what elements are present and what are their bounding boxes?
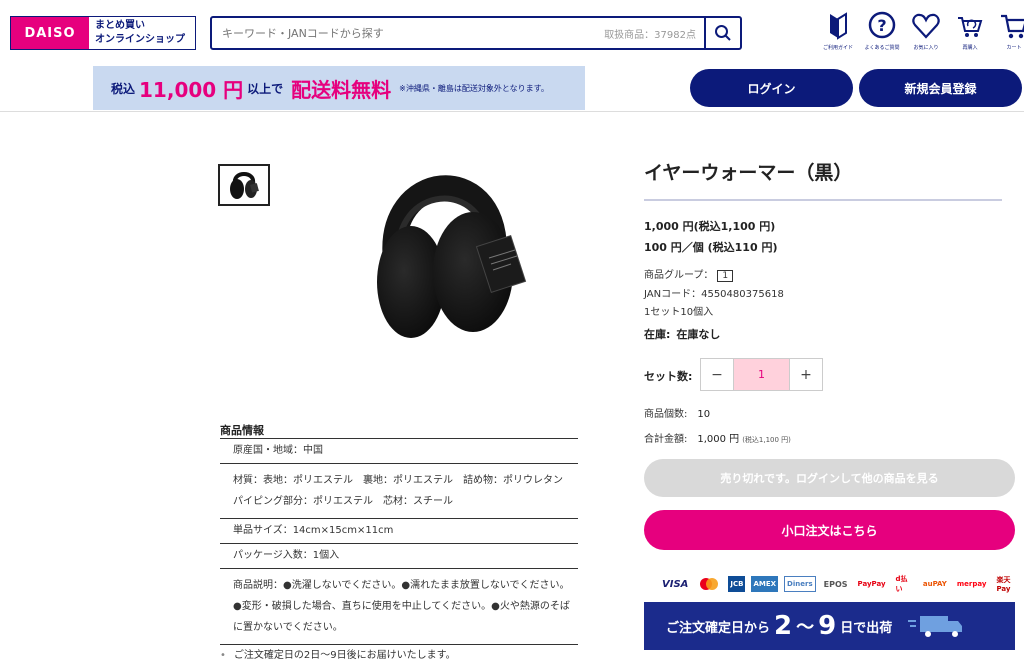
product-thumbnail[interactable] bbox=[218, 164, 270, 206]
nav-reorder-label: 再購入 bbox=[962, 45, 978, 51]
small-order-button[interactable]: 小口注文はこちら bbox=[644, 510, 1015, 550]
earmuff-thumbnail-image bbox=[230, 172, 259, 199]
info-row-description: 商品説明：●洗濯しないでください。●濡れたまま放置しないでください。●変形・破損… bbox=[220, 569, 578, 645]
item-count-label: 商品個数: bbox=[644, 409, 688, 420]
nav-cart[interactable]: カート bbox=[992, 10, 1024, 51]
shipping-to: 9 bbox=[818, 611, 837, 641]
login-button[interactable]: ログイン bbox=[690, 69, 853, 107]
banner-note: ※沖縄県・離島は配送対象外となります。 bbox=[399, 83, 549, 93]
search-count: 取扱商品：37982点 bbox=[604, 29, 696, 41]
paypay-logo: PayPay bbox=[857, 580, 886, 588]
heart-icon bbox=[912, 13, 940, 39]
quantity-decrease-button[interactable]: − bbox=[701, 359, 733, 390]
banner-free: 配送料無料 bbox=[291, 77, 392, 102]
earmuff-product-image bbox=[377, 175, 527, 338]
merpay-logo: merpay bbox=[956, 580, 987, 588]
nav-favorite[interactable]: お気に入り bbox=[904, 10, 948, 51]
amex-logo: AMEX bbox=[751, 576, 779, 592]
register-button[interactable]: 新規会員登録 bbox=[859, 69, 1022, 107]
product-group: 商品グループ： 1 bbox=[644, 266, 734, 282]
dbarai-logo: d払い bbox=[895, 575, 908, 593]
shipping-tilde: 〜 bbox=[796, 617, 815, 638]
header-icon-nav: ご利用ガイド ? よくあるご質問 お気に入り 再購入 カート bbox=[816, 10, 1024, 51]
stock-status: 在庫: 在庫なし bbox=[644, 326, 720, 342]
info-row-origin: 原産国・地域：中国 bbox=[220, 439, 578, 464]
search-button[interactable] bbox=[704, 18, 740, 48]
product-main-image[interactable] bbox=[325, 140, 585, 380]
total-tax: (税込1,100 円) bbox=[742, 436, 791, 444]
rakuten-pay-logo: 楽天Pay bbox=[996, 576, 1011, 593]
visa-logo: VISA bbox=[662, 578, 689, 590]
free-shipping-banner[interactable]: 税込 11,000 円 以上で 配送料無料 ※沖縄県・離島は配送対象外となります… bbox=[93, 66, 585, 110]
banner-amount: 11,000 円 bbox=[139, 77, 244, 102]
nav-faq[interactable]: ? よくあるご質問 bbox=[860, 10, 904, 51]
product-info-heading: 商品情報 bbox=[220, 424, 264, 437]
price-per-set: 1,000 円(税込1,100 円) bbox=[644, 220, 776, 233]
info-row-size: 単品サイズ：14cm×15cm×11cm bbox=[220, 519, 578, 544]
epos-logo: EPOS bbox=[823, 579, 848, 589]
product-group-badge[interactable]: 1 bbox=[717, 270, 734, 282]
price-per-unit: 100 円／個 (税込110 円) bbox=[644, 241, 778, 254]
quantity-label: セット数: bbox=[644, 370, 693, 383]
logo-line1: まとめ買い bbox=[95, 20, 145, 31]
banner-post: 以上で bbox=[247, 81, 284, 96]
logo-line2: オンラインショップ bbox=[95, 34, 185, 45]
shipping-post: 日で出荷 bbox=[840, 620, 893, 636]
nav-favorite-label: お気に入り bbox=[913, 45, 939, 51]
product-title: イヤーウォーマー（黒） bbox=[644, 162, 853, 184]
set-info: 1セット10個入 bbox=[644, 307, 714, 318]
shipping-banner: ご注文確定日から 2 〜 9 日で出荷 bbox=[644, 602, 1015, 650]
total-label: 合計金額: bbox=[644, 434, 688, 445]
search-bar: 取扱商品：37982点 bbox=[210, 16, 742, 50]
quantity-input[interactable]: 1 bbox=[733, 359, 790, 390]
quantity-stepper: − 1 + bbox=[700, 358, 823, 391]
total-value: 1,000 円 bbox=[697, 434, 740, 445]
nav-cart-label: カート bbox=[1006, 45, 1022, 51]
shipping-pre: ご注文確定日から bbox=[666, 620, 771, 636]
aupay-logo: auPAY bbox=[922, 580, 947, 588]
nav-guide-label: ご利用ガイド bbox=[822, 45, 853, 51]
guide-book-icon bbox=[830, 12, 847, 40]
search-icon bbox=[715, 25, 731, 41]
soldout-button[interactable]: 売り切れです。ログインして他の商品を見る bbox=[644, 459, 1015, 497]
info-row-material: 材質：表地：ポリエステル 裏地：ポリエステル 詰め物：ポリウレタン パイピング部… bbox=[220, 464, 578, 519]
title-divider bbox=[644, 199, 1002, 201]
logo-mark: DAISO bbox=[11, 17, 89, 49]
nav-reorder[interactable]: 再購入 bbox=[948, 10, 992, 51]
jan-code: JANコード：4550480375618 bbox=[644, 289, 784, 300]
quantity-increase-button[interactable]: + bbox=[790, 359, 822, 390]
jcb-logo: JCB bbox=[728, 576, 746, 592]
total-price: 合計金額: 1,000 円 (税込1,100 円) bbox=[644, 430, 791, 445]
truck-icon bbox=[908, 616, 963, 637]
diners-logo: Diners bbox=[784, 576, 816, 592]
reorder-cart-icon bbox=[958, 17, 983, 37]
banner-pre: 税込 bbox=[111, 81, 136, 96]
site-logo[interactable]: DAISO まとめ買い オンラインショップ bbox=[10, 16, 196, 50]
stock-value: 在庫なし bbox=[676, 328, 721, 341]
info-row-package: パッケージ入数：1個入 bbox=[220, 544, 578, 569]
logo-text: まとめ買い オンラインショップ bbox=[89, 17, 195, 49]
delivery-note: ご注文確定日の2日〜9日後にお届けいたします。 bbox=[220, 646, 456, 661]
item-count: 商品個数: 10 bbox=[644, 405, 710, 420]
shipping-from: 2 bbox=[774, 611, 793, 641]
site-header: DAISO まとめ買い オンラインショップ 取扱商品：37982点 ご利用ガイド bbox=[0, 0, 1024, 112]
cart-icon bbox=[1001, 14, 1024, 39]
mastercard-logo bbox=[696, 576, 722, 592]
nav-guide[interactable]: ご利用ガイド bbox=[816, 10, 860, 51]
stock-label: 在庫: bbox=[644, 328, 671, 341]
payment-methods: VISA JCB AMEX Diners EPOS PayPay d払い auP… bbox=[660, 575, 1024, 593]
search-input[interactable] bbox=[212, 18, 605, 48]
item-count-value: 10 bbox=[697, 409, 711, 420]
product-info-table: 原産国・地域：中国 材質：表地：ポリエステル 裏地：ポリエステル 詰め物：ポリウ… bbox=[220, 438, 578, 645]
product-group-label: 商品グループ： bbox=[644, 270, 714, 281]
svg-text:?: ? bbox=[877, 16, 886, 35]
question-icon: ? bbox=[868, 11, 896, 39]
nav-faq-label: よくあるご質問 bbox=[864, 45, 900, 51]
